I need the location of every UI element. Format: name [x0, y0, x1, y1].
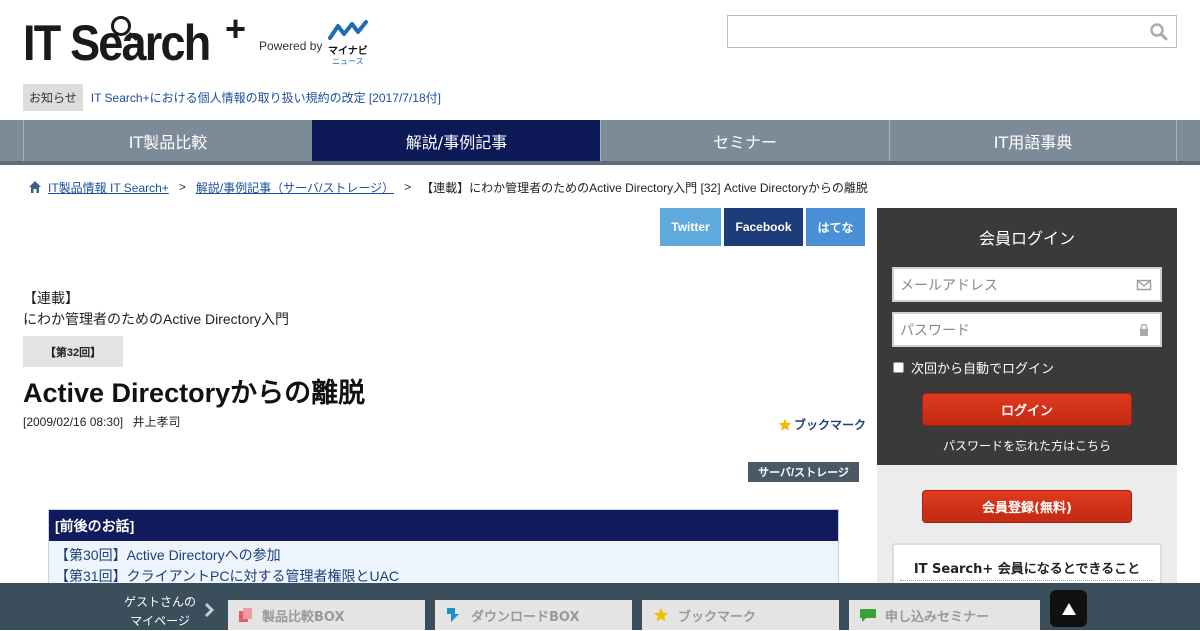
breadcrumb-home[interactable]: IT製品情報 IT Search+ [48, 179, 169, 196]
chevron-right-icon [204, 603, 214, 617]
divider [900, 580, 1154, 581]
mynavi-name: マイナビ [328, 46, 368, 57]
remember-label: 次回から自動でログイン [911, 362, 1055, 377]
article-meta: [2009/02/16 08:30] 井上孝司 [23, 413, 180, 430]
breadcrumb-current: 【連載】にわか管理者のためのActive Directory入門 [32] Ac… [421, 180, 868, 195]
login-title: 会員ログイン [978, 229, 1075, 248]
series-name: にわか管理者のためのActive Directory入門 [23, 311, 290, 327]
site-logo[interactable]: IT Search + [23, 8, 246, 68]
main-nav: IT製品比較 解説/事例記事 セミナー IT用語事典 [0, 120, 1200, 165]
mynavi-sub: ニュース [332, 57, 364, 66]
seminar-tab[interactable]: 申し込みセミナー [849, 600, 1040, 630]
breadcrumb-section[interactable]: 解説/事例記事（サーバ/ストレージ） [196, 179, 394, 196]
breadcrumb-separator: > [404, 180, 412, 194]
register-button[interactable]: 会員登録(無料) [922, 490, 1132, 523]
bookmark-label: ブックマーク [794, 418, 867, 432]
search-input[interactable] [727, 15, 1177, 48]
compare-box-label: 製品比較BOX [262, 609, 345, 625]
nav-item-seminar[interactable]: セミナー [600, 120, 889, 161]
chat-icon [860, 609, 876, 622]
notice-bar: お知らせ IT Search+における個人情報の取り扱い規約の改定 [2017/… [23, 83, 441, 111]
password-placeholder: パスワード [900, 322, 970, 339]
email-field[interactable]: メールアドレス [892, 267, 1162, 302]
guest-line2: マイページ [130, 614, 190, 628]
password-field[interactable]: パスワード [892, 312, 1162, 347]
facebook-share-button[interactable]: Facebook [724, 208, 803, 246]
site-header: IT Search + Powered by マイナビ ニュース お知らせ IT… [0, 0, 1200, 120]
benefit-title: IT Search+ 会員になるとできること [913, 562, 1141, 577]
nav-item-articles[interactable]: 解説/事例記事 [312, 120, 600, 161]
related-item[interactable]: 【第30回】Active Directoryへの参加 [49, 545, 838, 566]
remember-login[interactable]: 次回から自動でログイン [893, 358, 1054, 377]
logo-plus: + [225, 8, 247, 49]
series-label: 【連載】 にわか管理者のためのActive Directory入門 [23, 288, 289, 330]
lock-icon [1140, 323, 1148, 336]
nav-item-product-compare[interactable]: IT製品比較 [23, 120, 312, 161]
nav-item-glossary[interactable]: IT用語事典 [889, 120, 1177, 161]
article-author: 井上孝司 [132, 415, 181, 429]
email-placeholder: メールアドレス [900, 277, 998, 294]
arrow-up-icon [1061, 602, 1076, 615]
mynavi-logo[interactable]: マイナビ ニュース [328, 20, 372, 66]
bookmark-link[interactable]: ブックマーク [778, 416, 866, 433]
related-heading: [前後のお話] [49, 510, 838, 541]
magnifier-icon [111, 16, 131, 36]
twitter-share-button[interactable]: Twitter [660, 208, 721, 246]
star-icon [778, 418, 792, 431]
seminar-tab-label: 申し込みセミナー [885, 609, 990, 625]
mail-icon [1136, 279, 1152, 291]
search-icon[interactable] [1150, 23, 1168, 41]
scroll-top-button[interactable] [1050, 590, 1087, 627]
breadcrumb: IT製品情報 IT Search+ > 解説/事例記事（サーバ/ストレージ） >… [28, 178, 868, 196]
article-date: [2009/02/16 08:30] [23, 415, 124, 429]
guest-mypage-label[interactable]: ゲストさんの マイページ [118, 593, 202, 631]
article-title: Active Directoryからの離脱 [23, 378, 366, 408]
star-icon [653, 607, 669, 622]
remember-checkbox[interactable] [893, 362, 904, 373]
series-tag: 【連載】 [23, 290, 79, 306]
notice-link[interactable]: IT Search+における個人情報の取り扱い規約の改定 [2017/7/18付… [91, 89, 441, 106]
download-box-tab[interactable]: ダウンロードBOX [435, 600, 632, 630]
powered-by-label: Powered by [259, 39, 323, 53]
hatena-share-button[interactable]: はてな [806, 208, 865, 246]
forgot-password-link[interactable]: パスワードを忘れた方はこちら [877, 437, 1177, 454]
bookmark-tab[interactable]: ブックマーク [642, 600, 839, 630]
category-tag[interactable]: サーバ/ストレージ [748, 462, 859, 482]
compare-icon [239, 608, 252, 622]
login-button[interactable]: ログイン [922, 393, 1132, 426]
breadcrumb-separator: > [178, 180, 186, 194]
episode-badge: 【第32回】 [23, 336, 123, 367]
bookmark-tab-label: ブックマーク [678, 609, 757, 625]
guest-line1: ゲストさんの [123, 595, 196, 609]
download-box-label: ダウンロードBOX [471, 609, 580, 625]
download-icon [447, 608, 459, 622]
compare-box-tab[interactable]: 製品比較BOX [228, 600, 425, 630]
home-icon [29, 181, 41, 193]
mynavi-mark-icon [328, 20, 368, 40]
notice-tag: お知らせ [23, 83, 83, 111]
